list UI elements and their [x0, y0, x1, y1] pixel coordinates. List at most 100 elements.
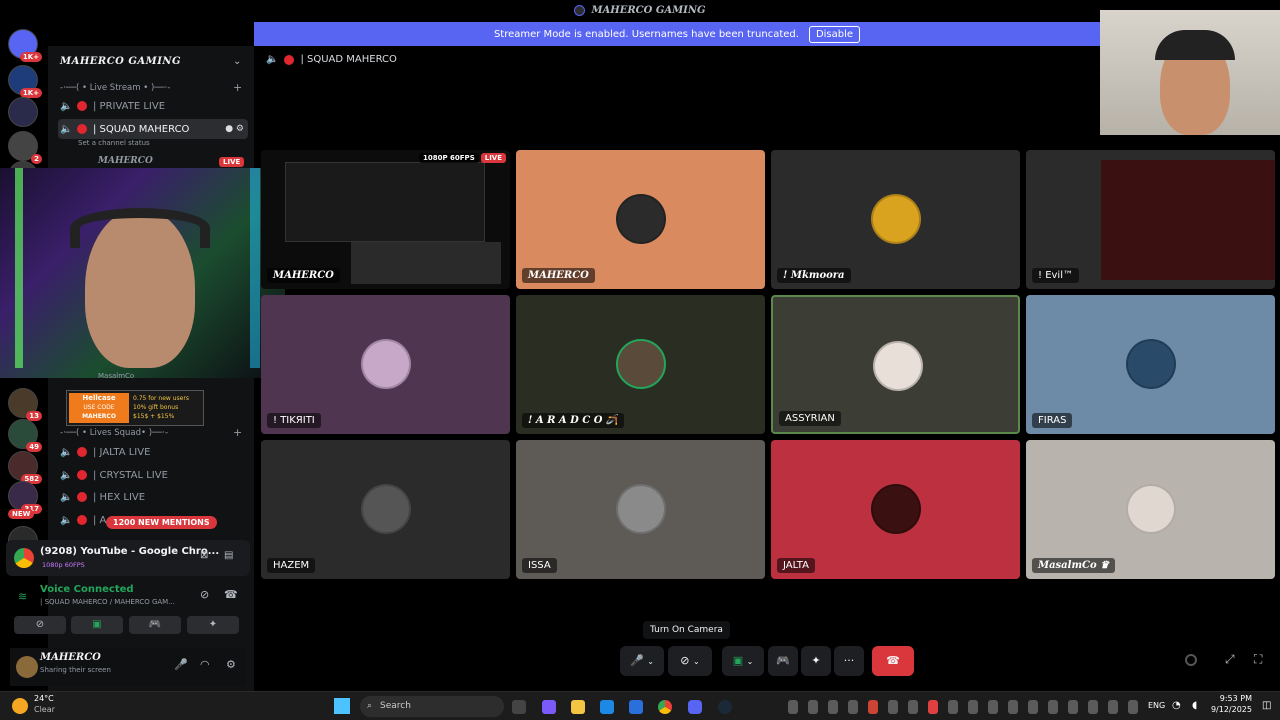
tray-icon[interactable]: [808, 700, 818, 714]
member-masalmco[interactable]: MasalmCo: [98, 372, 134, 380]
participant-tile[interactable]: MasalmCo ♛: [1026, 440, 1275, 579]
chevron-down-icon[interactable]: ⌄: [233, 56, 241, 67]
taskbar-search[interactable]: ⌕ Search: [360, 696, 504, 717]
server-icon[interactable]: 49: [8, 419, 42, 452]
new-mentions-pill[interactable]: 1200 NEW MENTIONS: [106, 516, 217, 529]
weather-icon[interactable]: [12, 698, 28, 714]
soundboard-button[interactable]: ✦: [187, 616, 239, 634]
tray-icon[interactable]: [828, 700, 838, 714]
headphones-icon[interactable]: ◠: [200, 658, 210, 671]
windows-start-icon[interactable]: [334, 698, 350, 714]
volume-icon[interactable]: ◖: [1192, 700, 1197, 711]
participant-tile[interactable]: ! TIKЯITI: [261, 295, 510, 434]
voice-member-name[interactable]: MAHERCO: [98, 156, 153, 166]
clock-date[interactable]: 9/12/2025: [1206, 705, 1252, 714]
server-icon[interactable]: [8, 97, 38, 127]
tray-icon[interactable]: [1068, 700, 1078, 714]
gear-icon[interactable]: ⚙: [226, 658, 236, 671]
server-icon[interactable]: 1K+: [8, 65, 42, 98]
tray-icon[interactable]: [1008, 700, 1018, 714]
tray-icon[interactable]: [948, 700, 958, 714]
participant-tile[interactable]: ! Evil™: [1026, 150, 1275, 289]
category-lives-squad[interactable]: -·──( • Lives Squad• )──·-: [60, 428, 168, 438]
tray-icon[interactable]: [1128, 700, 1138, 714]
voice-connected-status[interactable]: Voice Connected: [40, 584, 134, 595]
participant-tile[interactable]: ISSA: [516, 440, 765, 579]
chrome-icon[interactable]: [658, 700, 672, 714]
camera-button[interactable]: ⊘ ⌄: [668, 646, 712, 676]
channel-status[interactable]: Set a channel status: [78, 139, 150, 147]
tray-icon[interactable]: [888, 700, 898, 714]
wifi-icon[interactable]: ◔: [1172, 700, 1181, 711]
task-view-icon[interactable]: [512, 700, 526, 714]
tray-icon[interactable]: [1088, 700, 1098, 714]
participant-tile-speaking[interactable]: ASSYRIAN: [771, 295, 1020, 434]
activities-button[interactable]: 🎮: [129, 616, 181, 634]
tray-icon[interactable]: [1028, 700, 1038, 714]
popout-icon[interactable]: ⤢: [1225, 652, 1235, 667]
tray-icon[interactable]: [968, 700, 978, 714]
screen-share-button[interactable]: ▣: [71, 616, 123, 634]
notifications-icon[interactable]: ◫: [1262, 700, 1271, 711]
direct-messages-icon[interactable]: 1K+: [8, 29, 42, 62]
server-name[interactable]: MAHERCO GAMING: [60, 56, 181, 67]
activity-button[interactable]: 🎮: [768, 646, 798, 676]
channel-private-live[interactable]: 🔈 | PRIVATE LIVE: [58, 96, 248, 116]
language-indicator[interactable]: ENG: [1148, 701, 1165, 710]
server-icon[interactable]: 13: [8, 388, 42, 421]
tray-icon[interactable]: [868, 700, 878, 714]
copilot-icon[interactable]: [542, 700, 556, 714]
fullscreen-icon[interactable]: ⛶: [1254, 652, 1262, 667]
disable-streamer-mode-button[interactable]: Disable: [808, 25, 861, 43]
tray-icon[interactable]: [848, 700, 858, 714]
server-icon[interactable]: 582: [8, 451, 42, 484]
more-options-button[interactable]: ···: [834, 646, 864, 676]
edge-icon[interactable]: [600, 700, 614, 714]
tray-icon[interactable]: [788, 700, 798, 714]
participant-tile[interactable]: JALTA: [771, 440, 1020, 579]
file-explorer-icon[interactable]: [571, 700, 585, 714]
tray-icon[interactable]: [928, 700, 938, 714]
voice-channel-path[interactable]: | SQUAD MAHERCO / MAHERCO GAM...: [40, 598, 175, 606]
participant-tile[interactable]: MAHERCO: [516, 150, 765, 289]
discord-icon[interactable]: [688, 700, 702, 714]
channel-crystal-live[interactable]: 🔈 | CRYSTAL LIVE: [58, 465, 248, 485]
add-channel-icon[interactable]: +: [233, 426, 242, 439]
chevron-down-icon[interactable]: ⌄: [747, 657, 754, 666]
screen-share-tile[interactable]: 1080P 60FPS LIVE MAHERCO: [261, 150, 510, 289]
chevron-down-icon[interactable]: ⌄: [693, 657, 700, 666]
participant-tile[interactable]: HAZEM: [261, 440, 510, 579]
category-live-stream[interactable]: -·──( • Live Stream • )──·-: [60, 83, 170, 93]
camera-toggle-button[interactable]: ⊘: [14, 616, 66, 634]
tray-icon[interactable]: [988, 700, 998, 714]
soundboard-control[interactable]: ✦: [801, 646, 831, 676]
stream-preview[interactable]: (9208) YouTube - Google Chro... 1080p 60…: [6, 540, 250, 576]
participant-tile[interactable]: ! Mkmoora: [771, 150, 1020, 289]
noise-suppression-icon[interactable]: ⊘: [200, 588, 209, 601]
screen-share-control[interactable]: ▣ ⌄: [722, 646, 764, 676]
chevron-down-icon[interactable]: ⌄: [647, 657, 654, 666]
server-icon[interactable]: 317: [8, 481, 42, 514]
popout-icon[interactable]: ▤: [224, 550, 233, 561]
clock-time[interactable]: 9:53 PM: [1212, 694, 1252, 703]
microphone-icon[interactable]: 🎤: [174, 658, 188, 671]
participant-tile[interactable]: FIRAS: [1026, 295, 1275, 434]
store-icon[interactable]: [629, 700, 643, 714]
hang-up-button[interactable]: ☎: [872, 646, 914, 676]
mute-button[interactable]: 🎤 ⌄: [620, 646, 664, 676]
channel-jalta-live[interactable]: 🔈 | JALTA LIVE: [58, 442, 248, 462]
steam-icon[interactable]: [718, 700, 732, 714]
tray-icon[interactable]: [1108, 700, 1118, 714]
participant-tile[interactable]: ! A R A D C O 🪃: [516, 295, 765, 434]
tray-icon[interactable]: [1048, 700, 1058, 714]
server-icon[interactable]: 2: [8, 131, 42, 164]
pip-icon[interactable]: [1185, 654, 1197, 666]
tray-icon[interactable]: [908, 700, 918, 714]
add-channel-icon[interactable]: +: [233, 81, 242, 94]
disconnect-icon[interactable]: ☎: [224, 588, 238, 601]
channel-squad-maherco[interactable]: 🔈 | SQUAD MAHERCO ● ⚙: [58, 119, 248, 139]
channel-hex-live[interactable]: 🔈 | HEX LIVE: [58, 487, 248, 507]
channel-actions-icon[interactable]: ● ⚙: [225, 124, 248, 134]
stop-stream-icon[interactable]: ⊠: [200, 550, 208, 561]
username[interactable]: MAHERCO: [40, 652, 101, 663]
